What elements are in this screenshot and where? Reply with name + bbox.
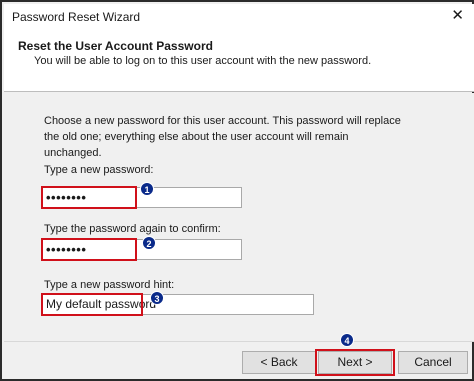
password-hint-label: Type a new password hint:	[44, 279, 175, 291]
new-password-label: Type a new password:	[44, 164, 154, 176]
page-subtitle: You will be able to log on to this user …	[34, 55, 372, 67]
description-text: Choose a new password for this user acco…	[44, 115, 401, 159]
step-marker-2: 2	[142, 236, 156, 250]
step-marker-1: 1	[140, 182, 154, 196]
title-bar: Password Reset Wizard ✕	[4, 4, 474, 30]
wizard-window: Password Reset Wizard ✕ Reset the User A…	[0, 0, 474, 381]
confirm-password-highlight	[41, 238, 137, 261]
cancel-button[interactable]: Cancel	[398, 351, 468, 374]
confirm-password-label: Type the password again to confirm:	[44, 223, 221, 235]
next-button-highlight	[315, 349, 395, 376]
step-marker-4: 4	[340, 333, 354, 347]
close-icon[interactable]: ✕	[451, 7, 464, 25]
wizard-header: Reset the User Account Password You will…	[4, 30, 474, 92]
page-title: Reset the User Account Password	[18, 39, 213, 53]
password-hint-highlight	[41, 293, 143, 316]
new-password-highlight	[41, 186, 137, 209]
step-marker-3: 3	[150, 291, 164, 305]
back-button[interactable]: < Back	[242, 351, 316, 374]
window-title: Password Reset Wizard	[12, 10, 141, 24]
footer-divider	[4, 341, 474, 342]
wizard-content: Choose a new password for this user acco…	[4, 93, 474, 341]
